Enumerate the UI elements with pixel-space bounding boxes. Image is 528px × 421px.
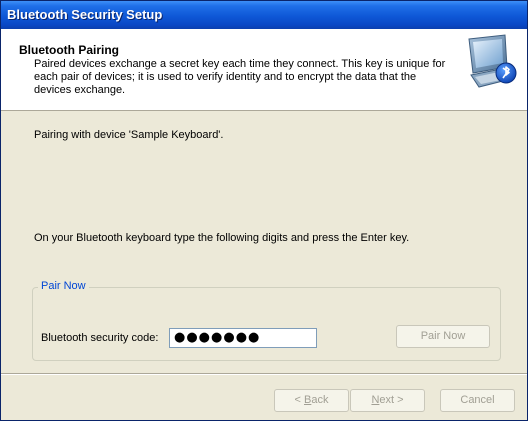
back-button-rest: ack xyxy=(311,394,329,406)
cancel-button[interactable]: Cancel xyxy=(440,389,515,412)
back-button[interactable]: < Back xyxy=(274,389,349,412)
next-button-rest: ext > xyxy=(379,394,404,406)
wizard-header: Bluetooth Pairing Paired devices exchang… xyxy=(1,29,527,111)
pair-now-group-label: Pair Now xyxy=(38,280,89,292)
security-code-label: Bluetooth security code: xyxy=(41,332,159,344)
back-button-prefix: < xyxy=(294,394,304,406)
pair-now-button[interactable]: Pair Now xyxy=(396,325,490,348)
title-bar[interactable]: Bluetooth Security Setup xyxy=(1,1,527,29)
bluetooth-security-setup-window: Bluetooth Security Setup Bluetooth Pairi… xyxy=(0,0,528,421)
next-button[interactable]: Next > xyxy=(350,389,425,412)
pairing-status-text: Pairing with device 'Sample Keyboard'. xyxy=(34,129,224,141)
instruction-text: On your Bluetooth keyboard type the foll… xyxy=(34,232,410,244)
footer-divider xyxy=(1,373,527,375)
pair-now-group xyxy=(32,287,501,361)
header-description: Paired devices exchange a secret key eac… xyxy=(34,58,446,96)
header-title: Bluetooth Pairing xyxy=(19,43,119,57)
window-title: Bluetooth Security Setup xyxy=(7,7,163,22)
bluetooth-computer-icon xyxy=(468,34,517,88)
security-code-input[interactable]: ●●●●●●● xyxy=(169,328,317,348)
